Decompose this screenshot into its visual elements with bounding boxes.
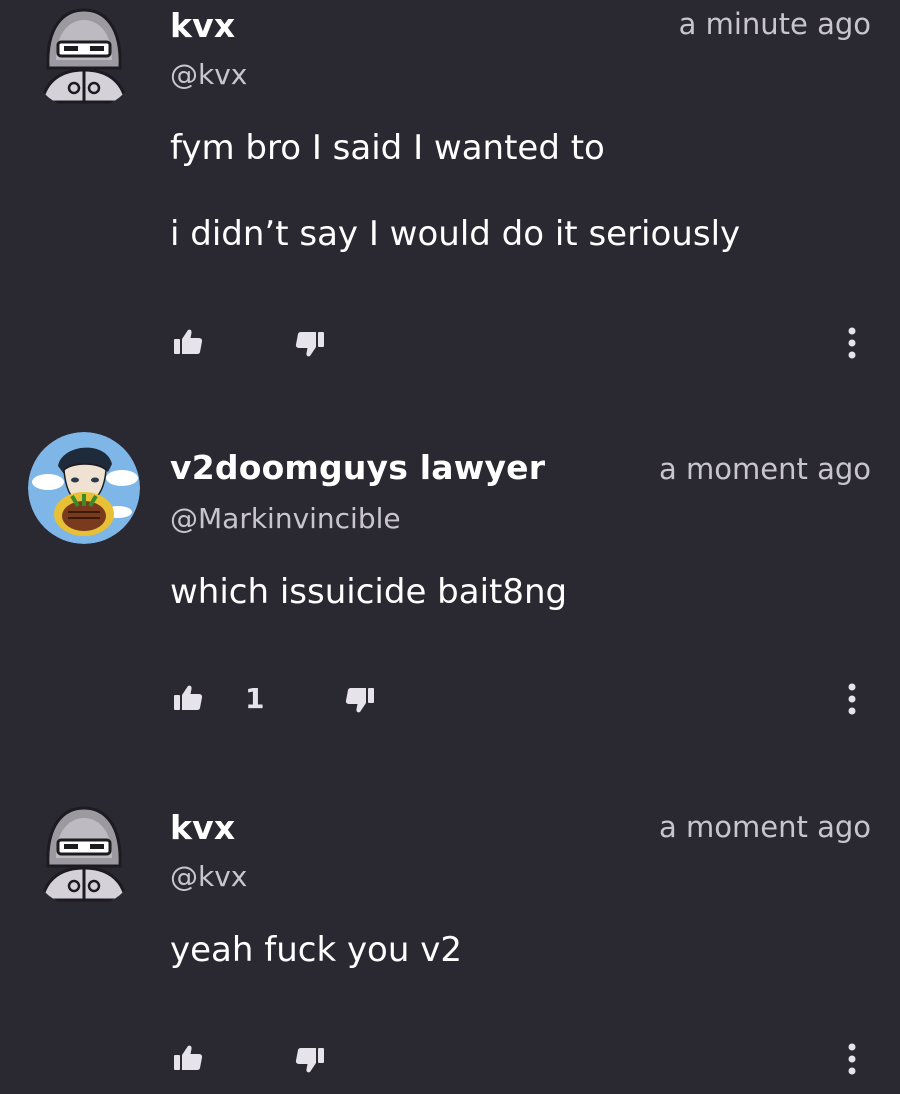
comment-actions [0,1040,900,1080]
avatar[interactable] [28,432,140,544]
avatar[interactable] [28,796,140,908]
thumbs-up-icon[interactable] [172,326,204,358]
comment-actions [0,324,900,364]
timestamp: a moment ago [659,452,871,486]
avatar[interactable] [28,0,140,110]
thumbs-up-icon[interactable] [172,682,204,714]
author-name[interactable]: kvx [170,6,235,45]
thumbs-down-icon[interactable] [294,1044,326,1076]
comment-actions: 1 [0,680,900,720]
comment-text: which issuicide bait8ng [170,572,568,612]
comment-text: fym bro I said I wanted to [170,128,605,168]
hooded-ninja-avatar-icon [28,0,140,110]
thumbs-down-icon[interactable] [294,328,326,360]
author-handle[interactable]: @kvx [170,58,247,91]
thumbs-down-icon[interactable] [344,684,376,716]
author-name[interactable]: kvx [170,808,235,847]
thumbs-up-icon[interactable] [172,1042,204,1074]
comment-feed: kvx @kvx a minute ago fym bro I said I w… [0,0,900,1094]
timestamp: a moment ago [659,810,871,844]
timestamp: a minute ago [678,7,871,41]
author-handle[interactable]: @Markinvincible [170,502,401,535]
like-count: 1 [245,682,265,715]
comment-text: i didn’t say I would do it seriously [170,214,741,254]
hooded-ninja-avatar-icon [28,796,140,908]
more-options-icon[interactable] [842,1042,862,1076]
comment-text: yeah fuck you v2 [170,930,462,970]
author-handle[interactable]: @kvx [170,860,247,893]
more-options-icon[interactable] [842,326,862,360]
more-options-icon[interactable] [842,682,862,716]
author-name[interactable]: v2doomguys lawyer [170,448,545,487]
anime-character-avatar-icon [28,432,140,544]
